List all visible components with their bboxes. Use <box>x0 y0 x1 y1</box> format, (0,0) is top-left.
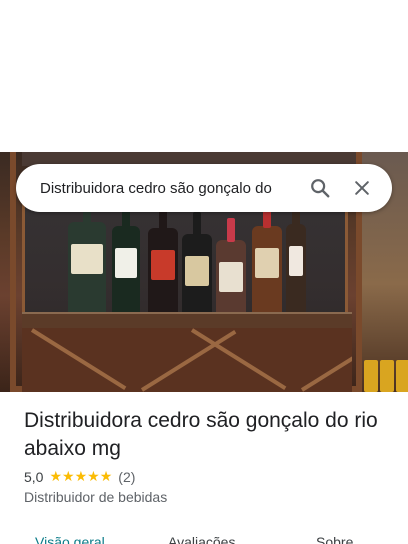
rating-value: 5,0 <box>24 469 44 485</box>
bottle <box>286 202 306 314</box>
bottle <box>148 206 178 314</box>
star-icon: ★ <box>74 469 88 485</box>
rating-stars: ★ ★ ★ ★ ★ <box>49 470 112 484</box>
wine-rack <box>22 328 352 392</box>
bottle <box>112 204 140 314</box>
search-icon[interactable] <box>302 170 338 206</box>
place-category[interactable]: Distribuidor de bebidas <box>24 489 394 505</box>
review-count[interactable]: (2) <box>118 469 135 485</box>
bottle <box>216 218 246 314</box>
star-icon: ★ <box>62 469 75 485</box>
place-tabs: Visão geral Avaliações Sobre <box>0 528 408 544</box>
bottle <box>252 204 282 314</box>
search-input[interactable]: Distribuidora cedro são gonçalo do <box>40 180 296 197</box>
bottle <box>182 212 212 314</box>
place-title: Distribuidora cedro são gonçalo do rio a… <box>24 409 378 460</box>
top-blank-area <box>0 0 408 152</box>
rating-row[interactable]: 5,0 ★ ★ ★ ★ ★ (2) <box>24 469 394 485</box>
shelf-board <box>22 312 352 328</box>
bottle <box>68 200 106 314</box>
tab-reviews[interactable]: Avaliações <box>168 534 235 544</box>
tab-about[interactable]: Sobre <box>316 534 353 544</box>
star-icon: ★ <box>99 469 113 485</box>
close-icon[interactable] <box>344 170 380 206</box>
star-icon: ★ <box>49 469 63 485</box>
place-info: Distribuidora cedro são gonçalo do rio a… <box>24 407 394 505</box>
star-icon: ★ <box>87 469 100 485</box>
tab-overview[interactable]: Visão geral <box>35 534 105 544</box>
search-bar[interactable]: Distribuidora cedro são gonçalo do <box>16 164 392 212</box>
